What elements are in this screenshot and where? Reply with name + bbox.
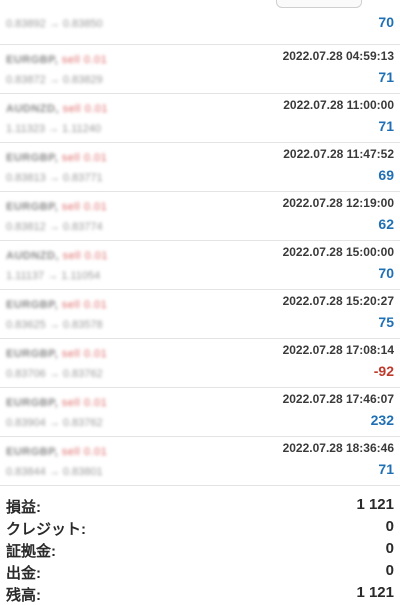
trade-side: sell 0.01 [61, 446, 108, 458]
trade-side: sell 0.01 [61, 152, 108, 164]
trade-row[interactable]: AUDNZD, sell 0.01 1.11137 → 1.11054 2022.0… [0, 241, 400, 290]
trade-row[interactable]: EURGBP, sell 0.01 0.83706 → 0.83762 2022.0… [0, 339, 400, 388]
trade-symbol: EURGBP, sell 0.01 [6, 152, 107, 164]
trade-symbol: AUDNZD, sell 0.01 [6, 250, 108, 262]
trade-row[interactable]: EURGBP, sell 0.01 0.83904 → 0.83762 2022.0… [0, 388, 400, 437]
trade-profit: 75 [378, 314, 394, 330]
trade-row[interactable]: AUDNZD, sell 0.01 1.11323 → 1.11240 2022.0… [0, 94, 400, 143]
account-summary: 損益: 1 121 クレジット: 0 証拠金: 0 出金: 0 残高: 1 12… [0, 494, 400, 604]
summary-value: 1 121 [356, 496, 394, 513]
summary-row-credit: クレジット: 0 [0, 516, 400, 538]
trade-prices: 0.83844 → 0.83801 [6, 466, 103, 478]
trade-profit: 71 [378, 118, 394, 134]
trade-symbol-name: EURGBP, [6, 446, 59, 458]
trade-prices: 0.83812 → 0.83774 [6, 221, 103, 233]
trade-side: sell 0.01 [62, 250, 109, 262]
summary-value: 0 [385, 518, 394, 535]
trade-profit: 62 [378, 216, 394, 232]
trade-symbol: EURGBP, sell 0.01 [6, 299, 107, 311]
trade-symbol-name: AUDNZD, [6, 250, 59, 262]
summary-row-balance: 残高: 1 121 [0, 582, 400, 604]
summary-label: 証拠金: [6, 543, 56, 560]
trade-side: sell 0.01 [62, 103, 109, 115]
trade-symbol-name: AUDNZD, [6, 103, 59, 115]
trade-prices: 0.83892 → 0.83850 [6, 18, 103, 30]
trade-time: 2022.07.28 17:08:14 [282, 343, 394, 357]
trade-symbol: EURGBP, sell 0.01 [6, 348, 107, 360]
trade-time: 2022.07.28 17:46:07 [282, 392, 394, 406]
trade-symbol-name: EURGBP, [6, 54, 59, 66]
trade-row[interactable]: EURGBP, sell 0.01 0.83872 → 0.83829 2022.0… [0, 45, 400, 94]
summary-row-deposit: 証拠金: 0 [0, 538, 400, 560]
trade-prices: 0.83625 → 0.83578 [6, 319, 103, 331]
trade-row[interactable]: EURGBP, sell 0.01 0.83813 → 0.83771 2022.0… [0, 143, 400, 192]
summary-row-withdrawal: 出金: 0 [0, 560, 400, 582]
trade-profit: 69 [378, 167, 394, 183]
summary-value: 0 [385, 540, 394, 557]
trade-side: sell 0.01 [61, 348, 108, 360]
trade-prices: 1.11323 → 1.11240 [6, 123, 102, 135]
trade-symbol: EURGBP, sell 0.01 [6, 446, 107, 458]
trade-time: 2022.07.28 04:59:13 [282, 49, 394, 63]
summary-label: クレジット: [6, 521, 86, 538]
trade-time: 2022.07.28 15:20:27 [282, 294, 394, 308]
trade-profit: 71 [378, 461, 394, 477]
summary-value: 0 [385, 562, 394, 579]
trade-time: 2022.07.28 11:47:52 [283, 147, 394, 161]
summary-label: 損益: [6, 499, 41, 516]
trade-side: sell 0.01 [61, 397, 108, 409]
trade-profit: 71 [378, 69, 394, 85]
trade-profit: 232 [370, 412, 394, 428]
trade-side: sell 0.01 [61, 201, 108, 213]
trade-symbol-name: EURGBP, [6, 299, 59, 311]
trade-symbol: EURGBP, sell 0.01 [6, 397, 107, 409]
trade-symbol-name: EURGBP, [6, 397, 59, 409]
trade-prices: 0.83706 → 0.83762 [6, 368, 103, 380]
trade-row[interactable]: EURGBP, sell 0.01 0.83844 → 0.83801 2022.0… [0, 437, 400, 486]
trade-row-partial[interactable]: 0.83892 → 0.83850 70 [0, 0, 400, 45]
trade-prices: 1.11137 → 1.11054 [6, 270, 101, 282]
trade-side: sell 0.01 [61, 299, 108, 311]
trade-symbol: EURGBP, sell 0.01 [6, 54, 107, 66]
trade-symbol: EURGBP, sell 0.01 [6, 201, 107, 213]
summary-row-profit: 損益: 1 121 [0, 494, 400, 516]
trade-history-list: 0.83892 → 0.83850 70 EURGBP, sell 0.01 0.… [0, 0, 400, 604]
summary-label: 出金: [6, 565, 41, 582]
trade-symbol-name: EURGBP, [6, 348, 59, 360]
trade-symbol: AUDNZD, sell 0.01 [6, 103, 108, 115]
trade-prices: 0.83904 → 0.83762 [6, 417, 103, 429]
scroll-handle[interactable] [276, 0, 362, 8]
trade-time: 2022.07.28 15:00:00 [282, 245, 394, 259]
trade-prices: 0.83872 → 0.83829 [6, 74, 103, 86]
trade-time: 2022.07.28 12:19:00 [282, 196, 394, 210]
trade-row[interactable]: EURGBP, sell 0.01 0.83625 → 0.83578 2022.0… [0, 290, 400, 339]
trade-symbol-name: EURGBP, [6, 152, 59, 164]
trade-symbol-name: EURGBP, [6, 201, 59, 213]
trade-prices: 0.83813 → 0.83771 [6, 172, 103, 184]
trade-side: sell 0.01 [61, 54, 108, 66]
trade-time: 2022.07.28 18:36:46 [282, 441, 394, 455]
trade-row[interactable]: EURGBP, sell 0.01 0.83812 → 0.83774 2022.0… [0, 192, 400, 241]
trade-time: 2022.07.28 11:00:00 [283, 98, 394, 112]
summary-value: 1 121 [356, 584, 394, 601]
trade-profit: -92 [373, 363, 394, 379]
summary-label: 残高: [6, 587, 41, 604]
trade-profit: 70 [378, 265, 394, 281]
trade-profit: 70 [378, 14, 394, 30]
